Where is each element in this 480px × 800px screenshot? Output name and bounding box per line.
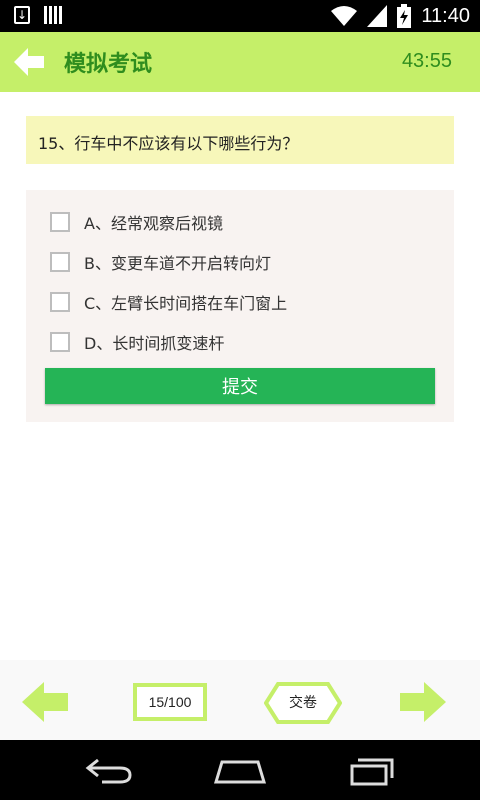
status-bar: ↓ 11:40	[0, 0, 480, 32]
option-d[interactable]: D、长时间抓变速杆	[50, 329, 224, 355]
page-counter: 15/100	[133, 683, 207, 721]
submit-answer-button[interactable]: 提交	[45, 368, 435, 404]
bars-icon	[44, 6, 64, 24]
bottom-nav: 15/100 交卷	[0, 660, 480, 740]
checkbox-icon[interactable]	[50, 212, 70, 232]
clock: 11:40	[421, 4, 470, 27]
option-label: C、左臂长时间搭在车门窗上	[84, 294, 288, 313]
submit-exam-label: 交卷	[289, 695, 317, 711]
back-arrow-icon[interactable]	[14, 48, 46, 76]
countdown-timer: 43:55	[401, 50, 452, 72]
system-nav-bar	[0, 740, 480, 800]
question-text: 15、行车中不应该有以下哪些行为？	[26, 116, 454, 164]
nav-back-icon[interactable]	[80, 754, 140, 786]
wifi-icon	[331, 5, 358, 27]
download-icon: ↓	[14, 6, 30, 24]
option-a[interactable]: A、经常观察后视镜	[50, 209, 223, 235]
battery-charging-icon	[397, 4, 412, 28]
signal-icon	[367, 5, 388, 27]
option-label: D、长时间抓变速杆	[84, 334, 225, 353]
prev-arrow-icon[interactable]	[22, 682, 70, 722]
submit-exam-button[interactable]: 交卷	[264, 682, 342, 724]
nav-home-icon[interactable]	[210, 754, 270, 786]
checkbox-icon[interactable]	[50, 332, 70, 352]
nav-recent-icon[interactable]	[340, 754, 400, 786]
option-label: B、变更车道不开启转向灯	[84, 254, 271, 273]
next-arrow-icon[interactable]	[398, 682, 446, 722]
options-panel: A、经常观察后视镜 B、变更车道不开启转向灯 C、左臂长时间搭在车门窗上 D、长…	[26, 190, 454, 422]
page-title: 模拟考试	[64, 52, 153, 77]
checkbox-icon[interactable]	[50, 292, 70, 312]
title-bar: 模拟考试 43:55	[0, 32, 480, 92]
option-label: A、经常观察后视镜	[84, 214, 223, 233]
option-c[interactable]: C、左臂长时间搭在车门窗上	[50, 289, 287, 315]
checkbox-icon[interactable]	[50, 252, 70, 272]
option-b[interactable]: B、变更车道不开启转向灯	[50, 249, 271, 275]
